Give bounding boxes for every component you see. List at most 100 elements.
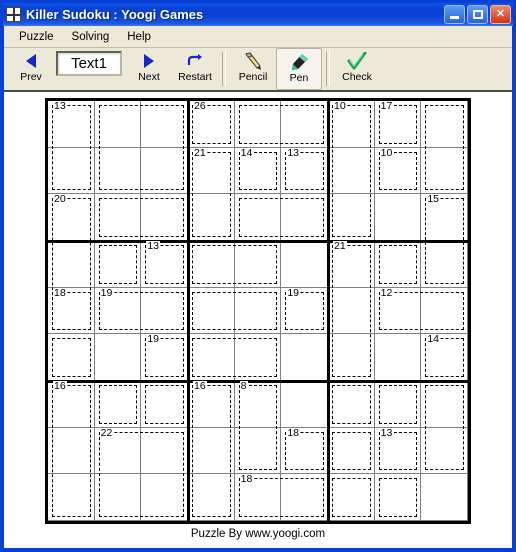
board-cell[interactable] [48, 427, 95, 475]
menu-item-puzzle[interactable]: Puzzle [10, 29, 63, 45]
board-cell[interactable] [141, 427, 188, 475]
pen-button[interactable]: Pen [276, 48, 322, 90]
sudoku-grid-icon [6, 7, 21, 22]
board-cell[interactable] [374, 474, 422, 521]
cage-sum-label: 8 [239, 380, 248, 392]
board-cell[interactable] [421, 241, 468, 288]
box-divider-vertical [186, 101, 190, 521]
cage-sum-label: 15 [426, 193, 441, 206]
board-cell[interactable] [281, 334, 328, 381]
board-cell[interactable] [421, 474, 468, 521]
puzzle-number-input[interactable]: Text1 [56, 51, 122, 76]
box-divider-horizontal [48, 239, 468, 243]
board-cell[interactable] [141, 147, 188, 195]
board-cell[interactable] [374, 241, 422, 288]
board-cell[interactable] [421, 287, 468, 335]
pencil-button[interactable]: Pencil [230, 48, 276, 90]
footer-credit: Puzzle By www.yoogi.com [190, 528, 326, 540]
cage-sum-label: 22 [99, 426, 114, 439]
board-cell[interactable] [94, 474, 142, 521]
board-cell[interactable] [374, 194, 422, 241]
board-cell[interactable] [281, 241, 328, 288]
board-cell[interactable] [141, 101, 188, 148]
restart-button[interactable]: Restart [172, 48, 218, 90]
board-cell[interactable] [48, 334, 95, 381]
board-cell[interactable] [281, 381, 328, 428]
checkmark-icon [347, 51, 367, 71]
board-cell[interactable] [328, 194, 375, 241]
next-button[interactable]: Next [126, 48, 172, 90]
pen-icon [289, 52, 309, 72]
board-cell[interactable] [234, 241, 282, 288]
maximize-icon [473, 10, 483, 19]
board-cell[interactable] [421, 147, 468, 195]
board-cell[interactable] [48, 241, 95, 288]
board-cell[interactable] [48, 147, 95, 195]
cage-sum-label: 19 [286, 286, 301, 299]
title-bar: Killer Sudoku : Yoogi Games ✕ [3, 3, 513, 26]
board-cell[interactable] [234, 194, 282, 241]
prev-arrow-icon [26, 51, 36, 71]
pencil-label: Pencil [238, 71, 268, 83]
board-cell[interactable] [421, 381, 468, 428]
board-cell[interactable] [94, 147, 142, 195]
board-cell[interactable] [94, 241, 142, 288]
cage-sum-label: 13 [146, 240, 161, 252]
board-cell[interactable] [328, 381, 375, 428]
board-cell[interactable] [188, 287, 235, 335]
board-cell[interactable] [328, 287, 375, 335]
prev-button[interactable]: Prev [8, 48, 54, 90]
cage-sum-label: 18 [286, 426, 301, 439]
board-area: 13 26 10 17 21 14 13 10 20 15 13 21 18 19 19 12 19 14 16 16… [4, 92, 512, 548]
maximize-button[interactable] [467, 5, 488, 24]
board-cell[interactable] [328, 474, 375, 521]
menu-item-help[interactable]: Help [118, 29, 160, 45]
board-cell[interactable] [421, 101, 468, 148]
board-cell[interactable] [188, 241, 235, 288]
board-cell[interactable] [188, 334, 235, 381]
board-cell[interactable] [141, 287, 188, 335]
pen-label: Pen [289, 72, 309, 84]
board-cell[interactable] [234, 334, 282, 381]
board-cell[interactable] [328, 147, 375, 195]
board-cell[interactable] [281, 101, 328, 148]
board-cell[interactable] [94, 101, 142, 148]
check-button[interactable]: Check [334, 48, 380, 90]
restart-arrow-icon [185, 51, 205, 71]
board-cell[interactable] [188, 194, 235, 241]
board-cell[interactable] [328, 427, 375, 475]
board-cell[interactable] [94, 194, 142, 241]
board-cell[interactable] [234, 427, 282, 475]
board-cell[interactable] [141, 381, 188, 428]
minimize-button[interactable] [444, 5, 465, 24]
cage-sum-label: 21 [193, 146, 207, 159]
app-window: Killer Sudoku : Yoogi Games ✕ Puzzle Sol… [0, 0, 516, 552]
board-cell[interactable] [374, 334, 422, 381]
client-area: Puzzle Solving Help Prev Text1 Next Rest… [3, 26, 513, 549]
board-cell[interactable] [48, 474, 95, 521]
board-cell[interactable] [234, 101, 282, 148]
restart-label: Restart [178, 71, 212, 83]
next-label: Next [138, 71, 160, 83]
menu-item-solving[interactable]: Solving [63, 29, 119, 45]
board-cell[interactable] [281, 194, 328, 241]
board-cell[interactable] [188, 427, 235, 475]
board-cell[interactable] [94, 334, 142, 381]
board-cell[interactable] [94, 381, 142, 428]
board-cell[interactable] [141, 194, 188, 241]
board-wrapper: 13 26 10 17 21 14 13 10 20 15 13 21 18 19 19 12 19 14 16 16… [45, 98, 471, 524]
board-cell[interactable] [141, 474, 188, 521]
close-button[interactable]: ✕ [490, 5, 511, 24]
board-cell[interactable] [281, 474, 328, 521]
sudoku-board[interactable]: 13 26 10 17 21 14 13 10 20 15 13 21 18 19 19 12 19 14 16 16… [45, 98, 471, 524]
board-cell[interactable] [328, 334, 375, 381]
check-label: Check [342, 71, 372, 83]
minimize-icon [450, 16, 459, 19]
board-cell[interactable] [188, 474, 235, 521]
board-cell[interactable] [374, 381, 422, 428]
board-cell[interactable] [234, 287, 282, 335]
cage-sum-label: 17 [379, 100, 394, 112]
next-arrow-icon [144, 51, 154, 71]
cage-sum-label: 26 [193, 100, 207, 112]
board-cell[interactable] [421, 427, 468, 475]
